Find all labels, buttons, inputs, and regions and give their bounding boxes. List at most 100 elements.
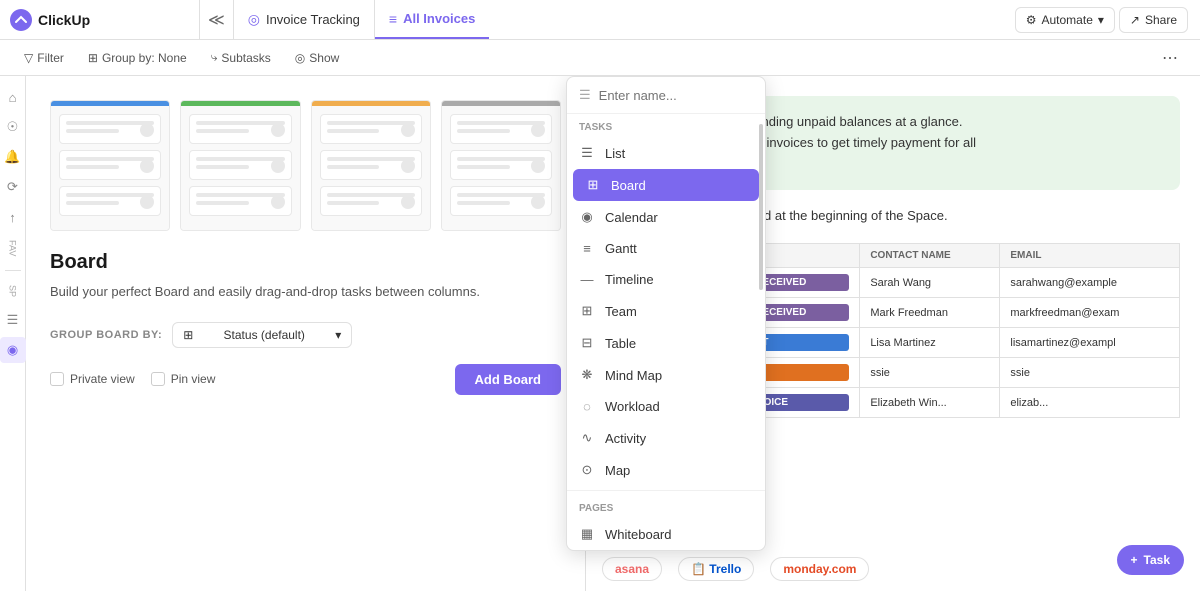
board-icon: ⊞: [585, 177, 601, 193]
view-whiteboard[interactable]: ▦ Whiteboard: [567, 518, 765, 550]
logo-text: ClickUp: [38, 12, 90, 28]
automate-icon: ⚙: [1026, 13, 1037, 27]
chevron-down-icon: ▾: [335, 328, 341, 342]
sidebar-icon-up[interactable]: ↑: [0, 204, 26, 230]
toolbar2: ▽ Filter ⊞ Group by: None ⤷ Subtasks ◎ S…: [0, 40, 1200, 76]
group-by-value: Status (default): [224, 328, 305, 342]
content-area: Board Build your perfect Board and easil…: [26, 76, 1200, 591]
group-by-icon: ⊞: [183, 328, 193, 342]
view-board[interactable]: ⊞ Board: [573, 169, 759, 201]
pin-view-check[interactable]: [151, 372, 165, 386]
board-setup-panel: Board Build your perfect Board and easil…: [26, 76, 586, 591]
tab-all-invoices[interactable]: ≡ All Invoices: [375, 0, 489, 39]
tab-icon: ≡: [389, 11, 397, 27]
breadcrumb-invoice-tracking[interactable]: ◎ Invoice Tracking: [234, 0, 375, 39]
contact-name: Sarah Wang: [860, 268, 1000, 298]
view-timeline[interactable]: — Timeline: [567, 264, 765, 295]
group-icon: ⊞: [88, 51, 98, 65]
board-description: Build your perfect Board and easily drag…: [50, 282, 561, 302]
breadcrumb-label: Invoice Tracking: [266, 12, 360, 27]
view-map[interactable]: ⊙ Map: [567, 454, 765, 486]
sidebar: ⌂ ☉ 🔔 ⟳ ↑ FAV SP ☰ ◉: [0, 76, 26, 591]
contact-email: elizab...: [1000, 388, 1180, 418]
share-button[interactable]: ↗ Share: [1119, 7, 1188, 33]
filter-icon: ▽: [24, 51, 33, 65]
monday-logo: monday.com: [770, 557, 869, 581]
board-col-blue: [50, 100, 170, 231]
mind-map-icon: ❋: [579, 367, 595, 383]
sidebar-icon-search[interactable]: ☉: [0, 114, 26, 140]
dropdown-search-area: ☰: [567, 77, 765, 114]
automate-button[interactable]: ⚙ Automate ▾: [1015, 7, 1115, 33]
group-by-button[interactable]: ⊞ Group by: None: [80, 47, 195, 69]
add-board-button[interactable]: Add Board: [455, 364, 561, 395]
subtasks-button[interactable]: ⤷ Subtasks: [203, 46, 279, 69]
list-icon: ☰: [579, 145, 595, 161]
group-by-row: GROUP BOARD BY: ⊞ Status (default) ▾: [50, 322, 561, 348]
sidebar-icon-notifications[interactable]: 🔔: [0, 144, 26, 170]
board-col-green: [180, 100, 300, 231]
private-view-check[interactable]: [50, 372, 64, 386]
view-mind-map[interactable]: ❋ Mind Map: [567, 359, 765, 391]
view-workload[interactable]: ◌ Workload: [567, 391, 765, 422]
contact-name: Elizabeth Win...: [860, 388, 1000, 418]
contact-name: Mark Freedman: [860, 298, 1000, 328]
sidebar-divider: [5, 270, 21, 271]
more-options-button[interactable]: ⋯: [1156, 44, 1184, 72]
sidebar-icon-list[interactable]: ☰: [0, 307, 26, 333]
dropdown-scroll-area: TASKS ☰ List ⊞ Board ◉ Calendar ≡ Gantt: [567, 114, 765, 550]
pages-section-label: PAGES: [567, 495, 765, 518]
filter-button[interactable]: ▽ Filter: [16, 47, 72, 69]
collapse-button[interactable]: ≪: [200, 0, 234, 39]
tab-label: All Invoices: [403, 11, 475, 26]
team-icon: ⊞: [579, 303, 595, 319]
clickup-logo-icon: [10, 9, 32, 31]
sidebar-fav-label: FAV: [8, 240, 18, 256]
board-col-gray: [441, 100, 561, 231]
pin-view-checkbox[interactable]: Pin view: [151, 372, 216, 386]
view-table[interactable]: ⊟ Table: [567, 327, 765, 359]
sidebar-icon-recents[interactable]: ⟳: [0, 174, 26, 200]
contact-email: markfreedman@exam: [1000, 298, 1180, 328]
board-column-previews: [50, 100, 561, 231]
view-gantt[interactable]: ≡ Gantt: [567, 233, 765, 264]
col-header-contact: CONTACT NAME: [860, 244, 1000, 268]
trello-logo: 📋 Trello: [678, 557, 754, 581]
search-icon: ☰: [579, 87, 591, 103]
view-activity[interactable]: ∿ Activity: [567, 422, 765, 454]
add-task-button[interactable]: + Task: [1117, 545, 1184, 575]
calendar-icon: ◉: [579, 209, 595, 225]
breadcrumb-tabs: ◎ Invoice Tracking ≡ All Invoices: [234, 0, 1003, 39]
show-button[interactable]: ◎ Show: [287, 47, 348, 69]
plus-icon: +: [1131, 553, 1138, 567]
contact-name: ssie: [860, 358, 1000, 388]
private-view-checkbox[interactable]: Private view: [50, 372, 135, 386]
topbar: ClickUp ≪ ◎ Invoice Tracking ≡ All Invoi…: [0, 0, 1200, 40]
board-title: Board: [50, 251, 561, 274]
sidebar-icon-home[interactable]: ⌂: [0, 84, 26, 110]
activity-icon: ∿: [579, 430, 595, 446]
tasks-section-label: TASKS: [567, 114, 765, 137]
asana-logo: asana: [602, 557, 662, 581]
subtasks-icon: ⤷: [211, 50, 218, 65]
checkboxes-row: Private view Pin view Add Board: [50, 364, 561, 395]
gantt-icon: ≡: [579, 241, 595, 256]
timeline-icon: —: [579, 272, 595, 287]
show-icon: ◎: [295, 51, 305, 65]
workload-icon: ◌: [579, 399, 595, 414]
map-icon: ⊙: [579, 462, 595, 478]
dropdown-search-input[interactable]: [599, 88, 753, 103]
contact-email: ssie: [1000, 358, 1180, 388]
group-by-select[interactable]: ⊞ Status (default) ▾: [172, 322, 352, 348]
breadcrumb-icon: ◎: [248, 11, 260, 28]
automate-chevron-icon: ▾: [1098, 13, 1104, 27]
sidebar-icon-board[interactable]: ◉: [0, 337, 26, 363]
table-icon: ⊟: [579, 335, 595, 351]
logo-area: ClickUp: [0, 0, 200, 39]
view-list[interactable]: ☰ List: [567, 137, 765, 169]
topbar-right: ⚙ Automate ▾ ↗ Share: [1003, 7, 1200, 33]
view-type-dropdown: ☰ TASKS ☰ List ⊞ Board ◉ Calendar ≡: [566, 76, 766, 551]
view-calendar[interactable]: ◉ Calendar: [567, 201, 765, 233]
view-team[interactable]: ⊞ Team: [567, 295, 765, 327]
contact-email: lisamartinez@exampl: [1000, 328, 1180, 358]
